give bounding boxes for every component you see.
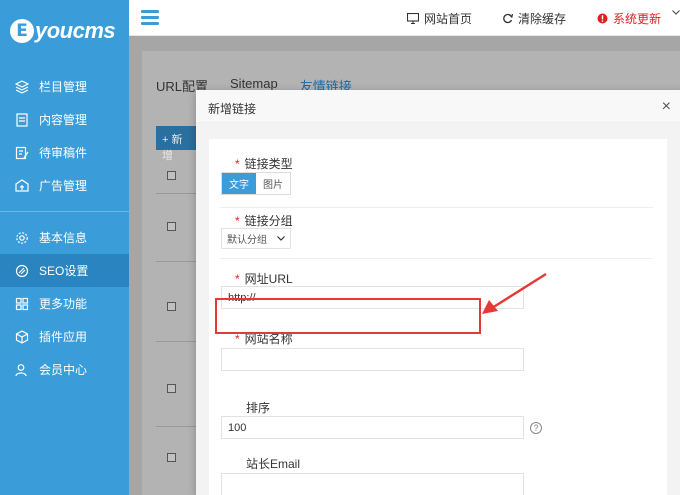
- sidebar-item-members[interactable]: 会员中心: [0, 353, 129, 386]
- email-input[interactable]: [221, 473, 524, 495]
- form-row-link-type: * 链接类型 文字 图片: [220, 139, 653, 208]
- logo[interactable]: E youcms: [0, 0, 129, 62]
- sidebar-item-label: 广告管理: [39, 179, 88, 193]
- sidebar-item-content[interactable]: 内容管理: [0, 103, 129, 136]
- cube-icon: [15, 329, 29, 344]
- seo-icon: [15, 264, 29, 278]
- row-divider: [156, 261, 196, 262]
- modal-header: 新增链接 ×: [196, 90, 680, 123]
- system-update-link[interactable]: 系统更新: [597, 10, 661, 27]
- link-type-text-option[interactable]: 文字: [222, 173, 256, 194]
- row-divider: [156, 426, 196, 427]
- alert-icon: [597, 13, 608, 24]
- annotation-highlight-box: [215, 298, 481, 334]
- menu-toggle-icon[interactable]: [141, 10, 159, 25]
- gear-icon: [15, 231, 29, 245]
- ad-icon: [15, 178, 29, 193]
- row-checkbox[interactable]: [167, 171, 176, 180]
- sidebar: E youcms 栏目管理 内容管理 待审稿件 广告管理 基本信息 SEO设置 …: [0, 0, 129, 495]
- sort-label: 排序: [246, 401, 271, 415]
- form-row-sort: 排序 ?: [220, 384, 653, 452]
- site-home-label: 网站首页: [424, 12, 473, 26]
- sidebar-item-pending[interactable]: 待审稿件: [0, 136, 129, 169]
- sidebar-item-plugins[interactable]: 插件应用: [0, 320, 129, 353]
- form-row-email: 站长Email: [220, 452, 653, 495]
- link-group-value: 默认分组: [227, 235, 267, 246]
- user-icon: [15, 363, 29, 377]
- site-name-input[interactable]: [221, 348, 524, 371]
- sidebar-item-label: 待审稿件: [39, 146, 88, 160]
- link-type-image-option[interactable]: 图片: [256, 173, 290, 194]
- site-home-link[interactable]: 网站首页: [407, 10, 472, 27]
- monitor-icon: [407, 13, 419, 24]
- help-icon[interactable]: ?: [530, 422, 542, 434]
- row-checkbox[interactable]: [167, 222, 176, 231]
- close-icon[interactable]: ×: [662, 98, 671, 116]
- row-divider: [156, 193, 196, 194]
- row-checkbox[interactable]: [167, 453, 176, 462]
- grid-icon: [15, 297, 29, 311]
- annotation-arrow-icon: [482, 272, 547, 314]
- row-divider: [156, 341, 196, 342]
- sidebar-item-basic-info[interactable]: 基本信息: [0, 221, 129, 254]
- sidebar-item-label: 栏目管理: [39, 80, 88, 94]
- logo-mark: E: [10, 19, 34, 43]
- logo-text: youcms: [35, 18, 116, 43]
- layers-icon: [15, 79, 29, 94]
- sidebar-item-label: 会员中心: [39, 363, 88, 377]
- add-link-modal: 新增链接 × * 链接类型 文字 图片 * 链接分组 默认分组 * 网址URL …: [196, 90, 680, 495]
- topbar: 网站首页 清除缓存 系统更新: [129, 0, 680, 36]
- sidebar-item-label: SEO设置: [39, 264, 89, 278]
- edit-doc-icon: [15, 146, 29, 160]
- modal-title: 新增链接: [208, 102, 257, 116]
- sidebar-item-label: 更多功能: [39, 297, 88, 311]
- system-update-label: 系统更新: [613, 12, 662, 26]
- chevron-down-icon: [277, 233, 285, 244]
- sidebar-item-columns[interactable]: 栏目管理: [0, 70, 129, 103]
- clear-cache-label: 清除缓存: [518, 12, 567, 26]
- link-group-label: * 链接分组: [235, 214, 293, 228]
- sidebar-item-label: 基本信息: [39, 231, 88, 245]
- add-link-button[interactable]: + 新增: [156, 126, 198, 162]
- sidebar-item-ads[interactable]: 广告管理: [0, 169, 129, 202]
- url-label: * 网址URL: [235, 272, 293, 286]
- email-label: 站长Email: [246, 457, 301, 471]
- sidebar-item-label: 插件应用: [39, 330, 88, 344]
- link-type-toggle: 文字 图片: [221, 172, 291, 195]
- sidebar-item-label: 内容管理: [39, 113, 88, 127]
- more-menu-icon[interactable]: [672, 10, 680, 15]
- link-type-label: * 链接类型: [235, 157, 293, 171]
- refresh-icon: [502, 13, 513, 24]
- link-group-select[interactable]: 默认分组: [221, 228, 291, 249]
- clear-cache-link[interactable]: 清除缓存: [502, 10, 566, 27]
- sort-input[interactable]: [221, 416, 524, 439]
- row-checkbox[interactable]: [167, 302, 176, 311]
- sidebar-item-more[interactable]: 更多功能: [0, 287, 129, 320]
- sidebar-item-seo[interactable]: SEO设置: [0, 254, 129, 287]
- nav-divider: [0, 211, 129, 212]
- document-icon: [15, 112, 29, 127]
- form-row-link-group: * 链接分组 默认分组: [220, 208, 653, 259]
- row-checkbox[interactable]: [167, 384, 176, 393]
